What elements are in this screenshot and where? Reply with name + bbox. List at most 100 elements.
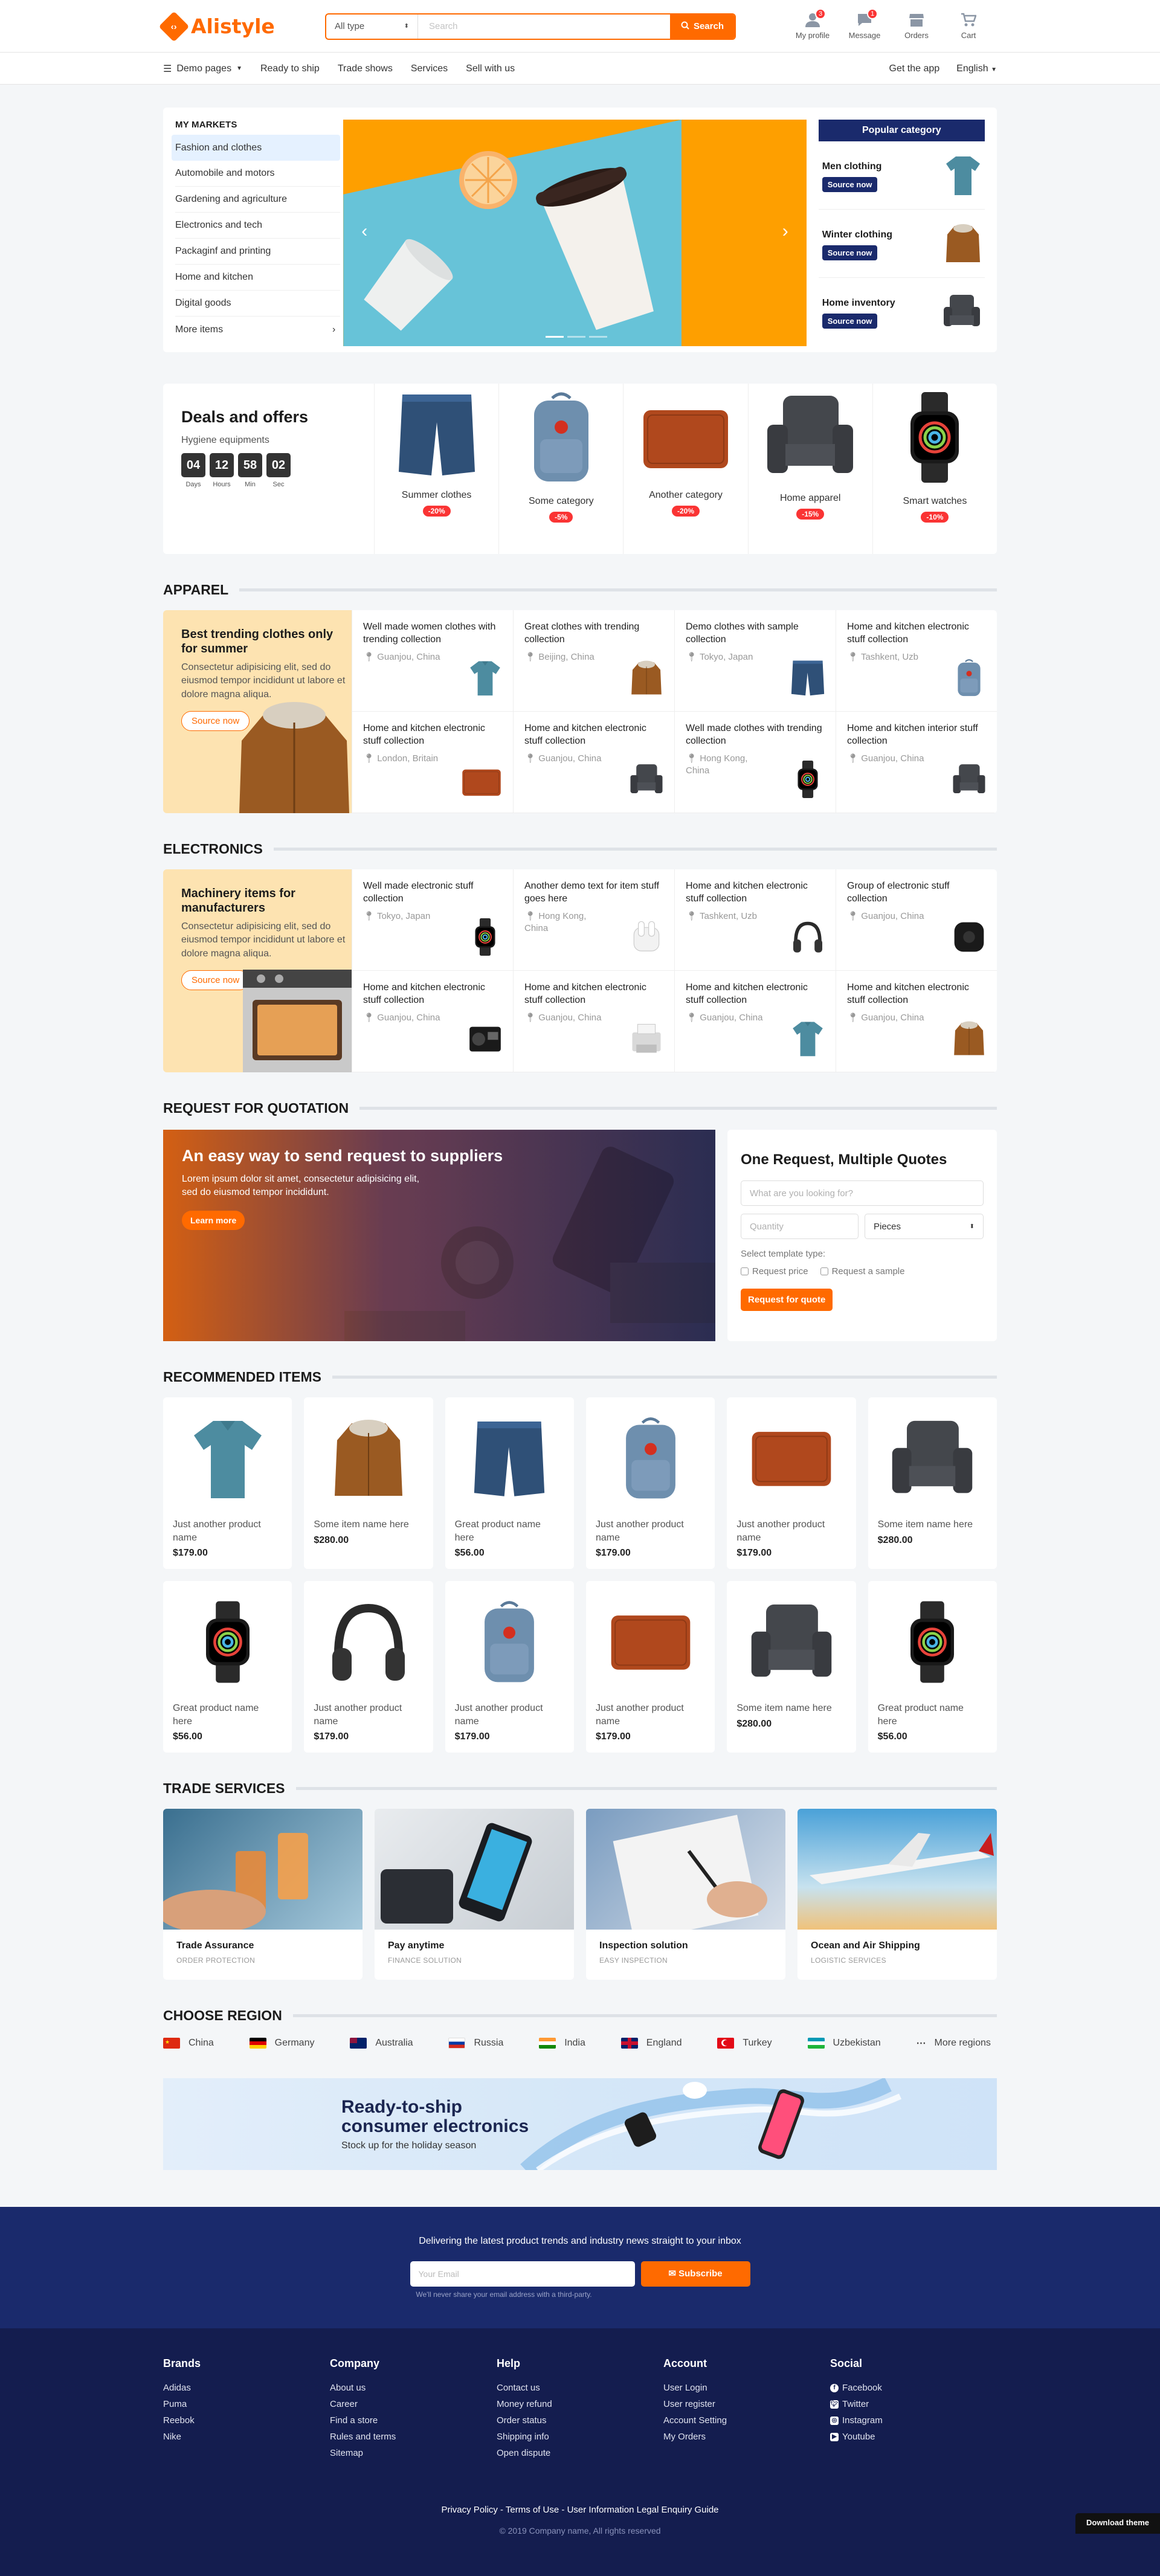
market-item[interactable]: Gardening and agriculture (175, 187, 340, 213)
product-cell[interactable]: Another demo text for item stuff goes he… (513, 869, 674, 971)
region-china[interactable]: ★China (163, 2037, 214, 2049)
footer-link[interactable]: Money refund (497, 2396, 663, 2412)
message-button[interactable]: 1 Message (847, 13, 882, 40)
source-now-button[interactable]: Source now (822, 314, 878, 329)
trade-card[interactable]: Inspection solutionEASY INSPECTION (586, 1809, 785, 1980)
footer-link[interactable]: ▶Youtube (830, 2429, 997, 2445)
footer-link[interactable]: Contact us (497, 2380, 663, 2396)
nav-trade-shows[interactable]: Trade shows (338, 63, 393, 74)
product-cell[interactable]: Home and kitchen electronic stuff collec… (352, 712, 513, 813)
trade-card[interactable]: Ocean and Air ShippingLOGISTIC SERVICES (798, 1809, 997, 1980)
product-cell[interactable]: Demo clothes with sample collection 📍︎ T… (674, 610, 836, 712)
region-russia[interactable]: Russia (448, 2037, 503, 2049)
product-cell[interactable]: Home and kitchen electronic stuff collec… (513, 712, 674, 813)
product-card[interactable]: Great product name here $56.00 (163, 1581, 292, 1753)
quantity-input[interactable]: Quantity (741, 1214, 859, 1239)
market-item[interactable]: Packaginf and printing (175, 239, 340, 265)
nav-ready-to-ship[interactable]: Ready to ship (260, 63, 320, 74)
deal-item[interactable]: Home apparel-15% (749, 384, 873, 554)
request-price-checkbox[interactable]: Request price (741, 1266, 808, 1277)
product-card[interactable]: Great product name here $56.00 (868, 1581, 997, 1753)
download-theme-button[interactable]: Download theme (1075, 2513, 1160, 2534)
my-profile-button[interactable]: 3 My profile (795, 13, 830, 40)
product-card[interactable]: Just another product name $179.00 (727, 1397, 856, 1569)
footer-link[interactable]: Puma (163, 2396, 330, 2412)
product-cell[interactable]: Home and kitchen interior stuff collecti… (836, 712, 997, 813)
footer-link[interactable]: Nike (163, 2429, 330, 2445)
region-england[interactable]: England (621, 2037, 682, 2049)
footer-link[interactable]: Career (330, 2396, 497, 2412)
product-card[interactable]: Some item name here $280.00 (304, 1397, 433, 1569)
footer-link[interactable]: Open dispute (497, 2445, 663, 2461)
region-australia[interactable]: Australia (350, 2037, 413, 2049)
subscribe-button[interactable]: ✉ Subscribe (641, 2261, 750, 2287)
market-item[interactable]: Home and kitchen (175, 265, 340, 291)
market-item[interactable]: Digital goods (175, 291, 340, 317)
product-cell[interactable]: Group of electronic stuff collection 📍︎ … (836, 869, 997, 971)
region-uzbekistan[interactable]: Uzbekistan (808, 2037, 881, 2049)
market-item-more[interactable]: More items› (175, 317, 340, 343)
promo-banner[interactable]: Ready-to-ship consumer electronics Stock… (163, 2078, 997, 2170)
footer-link[interactable]: Order status (497, 2412, 663, 2429)
cart-button[interactable]: Cart (951, 13, 986, 40)
product-card[interactable]: Just another product name $179.00 (445, 1581, 574, 1753)
footer-link[interactable]: Account Setting (663, 2412, 830, 2429)
product-card[interactable]: Just another product name $179.00 (586, 1581, 715, 1753)
footer-link[interactable]: fFacebook (830, 2380, 997, 2396)
footer-link[interactable]: Find a store (330, 2412, 497, 2429)
market-item[interactable]: Electronics and tech (175, 213, 340, 239)
request-quote-button[interactable]: Request for quote (741, 1289, 833, 1311)
slider-dots[interactable] (546, 336, 607, 338)
product-cell[interactable]: Well made electronic stuff collection 📍︎… (352, 869, 513, 971)
orders-button[interactable]: Orders (899, 13, 934, 40)
slider-next-arrow[interactable]: › (782, 221, 788, 242)
what-looking-for-input[interactable]: What are you looking for? (741, 1180, 984, 1206)
footer-link[interactable]: Rules and terms (330, 2429, 497, 2445)
market-item[interactable]: Automobile and motors (175, 161, 340, 187)
unit-select[interactable]: Pieces⬍ (865, 1214, 984, 1239)
nav-demo-pages[interactable]: ☰Demo pages▼ (163, 63, 242, 75)
request-sample-checkbox[interactable]: Request a sample (820, 1266, 905, 1277)
trade-card[interactable]: Pay anytimeFINANCE SOLUTION (375, 1809, 574, 1980)
nav-services[interactable]: Services (411, 63, 448, 74)
footer-link[interactable]: Reebok (163, 2412, 330, 2429)
trade-card[interactable]: Trade AssuranceORDER PROTECTION (163, 1809, 362, 1980)
product-card[interactable]: Just another product name $179.00 (304, 1581, 433, 1753)
product-card[interactable]: Just another product name $179.00 (586, 1397, 715, 1569)
footer-link[interactable]: 🐦︎Twitter (830, 2396, 997, 2412)
footer-link[interactable]: Shipping info (497, 2429, 663, 2445)
slider-prev-arrow[interactable]: ‹ (361, 221, 367, 242)
product-cell[interactable]: Home and kitchen electronic stuff collec… (513, 971, 674, 1072)
product-cell[interactable]: Well made women clothes with trending co… (352, 610, 513, 712)
deal-item[interactable]: Another category-20% (624, 384, 748, 554)
product-cell[interactable]: Home and kitchen electronic stuff collec… (352, 971, 513, 1072)
product-card[interactable]: Just another product name $179.00 (163, 1397, 292, 1569)
footer-legal-links[interactable]: Privacy Policy - Terms of Use - User Inf… (163, 2505, 997, 2515)
product-card[interactable]: Great product name here $56.00 (445, 1397, 574, 1569)
product-cell[interactable]: Great clothes with trending collection 📍… (513, 610, 674, 712)
footer-link[interactable]: My Orders (663, 2429, 830, 2445)
region-india[interactable]: India (539, 2037, 585, 2049)
footer-link[interactable]: About us (330, 2380, 497, 2396)
footer-link[interactable]: User register (663, 2396, 830, 2412)
footer-link[interactable]: ◎Instagram (830, 2412, 997, 2429)
footer-link[interactable]: User Login (663, 2380, 830, 2396)
product-card[interactable]: Some item name here $280.00 (868, 1397, 997, 1569)
footer-link[interactable]: Adidas (163, 2380, 330, 2396)
search-input[interactable]: Search (418, 14, 670, 39)
deal-item[interactable]: Summer clothes-20% (375, 384, 499, 554)
logo[interactable]: ‹› Alistyle (163, 14, 305, 38)
get-the-app-link[interactable]: Get the app (889, 63, 940, 74)
market-item[interactable]: Fashion and clothes (172, 135, 340, 161)
newsletter-email-input[interactable]: Your Email (410, 2261, 635, 2287)
deal-item[interactable]: Some category-5% (499, 384, 624, 554)
product-cell[interactable]: Home and kitchen electronic stuff collec… (674, 869, 836, 971)
language-select[interactable]: English ▼ (956, 63, 997, 74)
region-germany[interactable]: Germany (250, 2037, 315, 2049)
more-regions-link[interactable]: ⋯More regions (917, 2037, 991, 2049)
product-cell[interactable]: Home and kitchen electronic stuff collec… (674, 971, 836, 1072)
product-card[interactable]: Some item name here $280.00 (727, 1581, 856, 1753)
footer-link[interactable]: Sitemap (330, 2445, 497, 2461)
source-now-button[interactable]: Source now (822, 245, 878, 260)
deal-item[interactable]: Smart watches-10% (873, 384, 997, 554)
